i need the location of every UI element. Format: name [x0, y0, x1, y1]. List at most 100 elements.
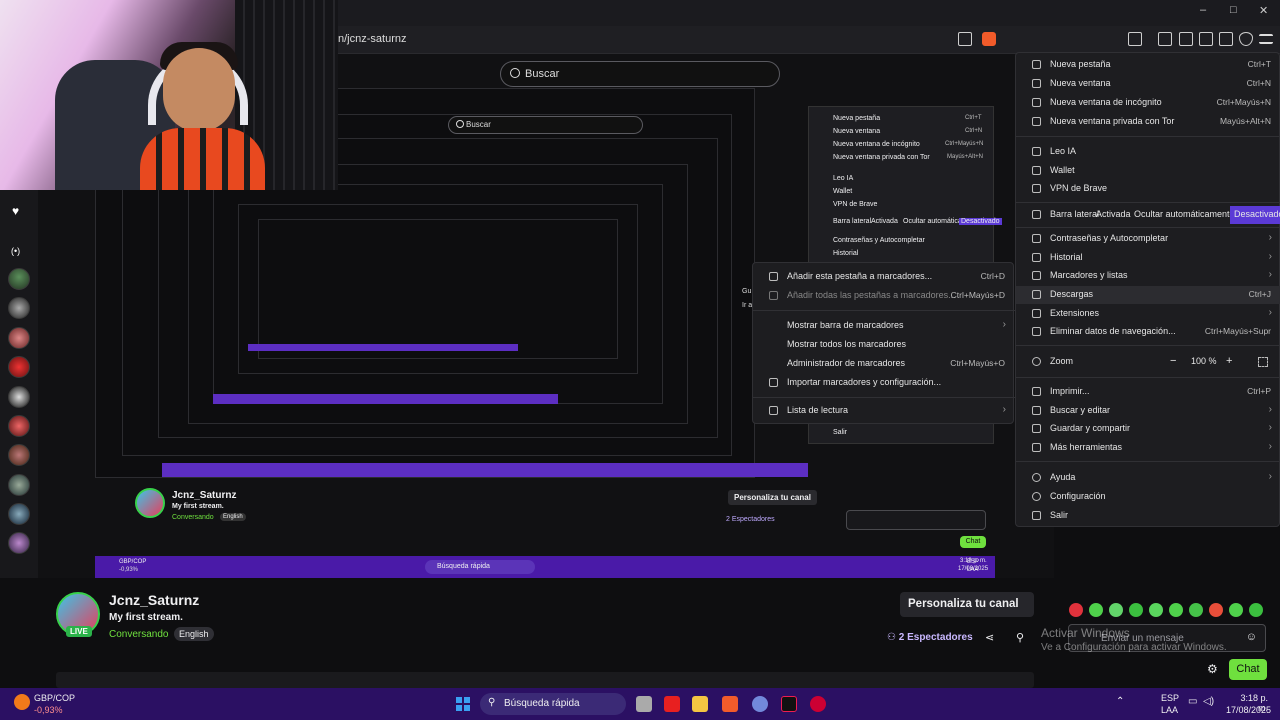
stock-name[interactable]: GBP/COP: [34, 693, 75, 703]
menu-label: Marcadores y listas: [1050, 270, 1128, 280]
emote-icon[interactable]: [1089, 603, 1103, 617]
channel-avatar[interactable]: [8, 444, 30, 466]
emote-icon[interactable]: [1149, 603, 1163, 617]
windows-start-icon[interactable]: [456, 697, 470, 711]
clock-date[interactable]: 17/08/2025: [1226, 705, 1271, 715]
emote-icon[interactable]: [1109, 603, 1123, 617]
menu-shortcut: Ctrl+N: [1246, 78, 1271, 88]
network-icon[interactable]: ▭: [1188, 696, 1197, 707]
menu-clear-data[interactable]: Eliminar datos de navegación... Ctrl+May…: [1016, 323, 1280, 341]
obs-icon[interactable]: [810, 696, 826, 712]
brave-icon[interactable]: [722, 696, 738, 712]
submenu-reading-list[interactable]: Lista de lectura ›: [753, 402, 1015, 420]
channel-avatar[interactable]: [8, 268, 30, 290]
zoom-in-button[interactable]: +: [1226, 355, 1232, 367]
maximize-button[interactable]: □: [1230, 4, 1237, 16]
personaliza-button[interactable]: Personaliza tu canal: [900, 592, 1034, 617]
vpn-icon[interactable]: [1239, 32, 1253, 46]
menu-more-tools[interactable]: Más herramientas ›: [1016, 439, 1280, 457]
menu-help[interactable]: Ayuda ›: [1016, 469, 1280, 487]
submenu-manager[interactable]: Administrador de marcadores Ctrl+Mayús+O: [753, 355, 1015, 373]
sidebar-icon[interactable]: [1179, 32, 1193, 46]
brave-shields-icon[interactable]: [982, 32, 996, 46]
sidebar-option-off[interactable]: Desactivado: [1230, 206, 1280, 224]
wallet-icon[interactable]: [1199, 32, 1213, 46]
menu-tor[interactable]: Nueva ventana privada con Tor Mayús+Alt+…: [1016, 113, 1280, 131]
channel-avatar[interactable]: [8, 532, 30, 554]
volume-icon[interactable]: ◁): [1203, 696, 1214, 707]
user-icon[interactable]: ⚲: [1016, 631, 1024, 644]
language-tag[interactable]: English: [174, 627, 214, 641]
emote-icon[interactable]: [1129, 603, 1143, 617]
chat-send-button[interactable]: Chat: [1229, 659, 1267, 680]
menu-exit[interactable]: Salir: [1016, 507, 1280, 525]
discord-icon[interactable]: [752, 696, 768, 712]
task-view-icon[interactable]: [636, 696, 652, 712]
sidebar-option-auto[interactable]: Ocultar automáticamente: [1134, 209, 1235, 219]
chevron-up-icon[interactable]: ⌃: [1116, 696, 1124, 707]
menu-history[interactable]: Historial ›: [1016, 249, 1280, 267]
submenu-add-tab[interactable]: Añadir esta pestaña a marcadores... Ctrl…: [753, 268, 1015, 286]
channel-avatar[interactable]: [8, 356, 30, 378]
fullscreen-icon[interactable]: [1258, 357, 1268, 367]
menu-extensions[interactable]: Extensiones ›: [1016, 305, 1280, 323]
menu-wallet[interactable]: Wallet: [1016, 162, 1280, 180]
zoom-out-button[interactable]: −: [1170, 355, 1176, 367]
menu-new-window[interactable]: Nueva ventana Ctrl+N: [1016, 75, 1280, 93]
emote-icon[interactable]: [1189, 603, 1203, 617]
menu-downloads[interactable]: Descargas Ctrl+J: [1016, 286, 1280, 304]
channel-avatar[interactable]: [8, 297, 30, 319]
heart-icon[interactable]: ♥: [12, 204, 19, 218]
emote-icon[interactable]: [1209, 603, 1223, 617]
menu-find-edit[interactable]: Buscar y editar ›: [1016, 402, 1280, 420]
address-bar[interactable]: n/jcnz-saturnz: [338, 33, 406, 45]
submenu-label: Administrador de marcadores: [787, 358, 906, 368]
streamer-face: [163, 48, 235, 132]
search-bar[interactable]: Buscar: [500, 61, 780, 87]
stream-title: My first stream.: [109, 612, 183, 623]
menu-new-tab[interactable]: Nueva pestaña Ctrl+T: [1016, 56, 1280, 74]
share-icon[interactable]: [958, 32, 972, 46]
menu-incognito[interactable]: Nueva ventana de incógnito Ctrl+Mayús+N: [1016, 94, 1280, 112]
menu-vpn[interactable]: VPN de Brave: [1016, 180, 1280, 198]
menu-bookmarks[interactable]: Marcadores y listas ›: [1016, 267, 1280, 285]
emote-icon[interactable]: [1229, 603, 1243, 617]
youtube-icon[interactable]: [664, 696, 680, 712]
menu-passwords[interactable]: Contraseñas y Autocompletar ›: [1016, 230, 1280, 248]
tiktok-icon[interactable]: [781, 696, 797, 712]
submenu-import[interactable]: Importar marcadores y configuración...: [753, 374, 1015, 392]
submenu-show-bar[interactable]: Mostrar barra de marcadores ›: [753, 317, 1015, 335]
leo-icon[interactable]: [1219, 32, 1233, 46]
music-icon[interactable]: [1158, 32, 1172, 46]
menu-leo[interactable]: Leo IA: [1016, 143, 1280, 161]
emote-icon[interactable]: [1069, 603, 1083, 617]
submenu-show-all[interactable]: Mostrar todos los marcadores: [753, 336, 1015, 354]
gear-icon[interactable]: ⚙: [1207, 662, 1218, 676]
channel-avatar[interactable]: [8, 327, 30, 349]
taskbar-search[interactable]: ⚲ Búsqueda rápida: [480, 693, 626, 715]
channel-avatar[interactable]: [8, 503, 30, 525]
close-button[interactable]: ✕: [1259, 4, 1268, 17]
submenu-shortcut: Ctrl+Mayús+D: [950, 290, 1005, 300]
folder-icon[interactable]: [692, 696, 708, 712]
emote-icon[interactable]: [1249, 603, 1263, 617]
menu-print[interactable]: Imprimir... Ctrl+P: [1016, 383, 1280, 401]
trash-icon: [1032, 327, 1041, 336]
sidebar-option-on[interactable]: Activada: [1096, 209, 1131, 219]
nested-menu-item: Wallet: [833, 188, 853, 195]
menu-save-share[interactable]: Guardar y compartir ›: [1016, 420, 1280, 438]
minimize-button[interactable]: –: [1200, 4, 1206, 16]
emote-icon[interactable]: [1169, 603, 1183, 617]
hamburger-menu-icon[interactable]: [1259, 34, 1273, 44]
stream-category[interactable]: Conversando: [109, 629, 168, 640]
language-indicator[interactable]: ESP: [1161, 693, 1179, 703]
share-icon[interactable]: ⋖: [985, 631, 994, 644]
channel-avatar[interactable]: [8, 415, 30, 437]
menu-settings[interactable]: Configuración: [1016, 488, 1280, 506]
submenu-add-all[interactable]: Añadir todas las pestañas a marcadores..…: [753, 287, 1015, 305]
emoji-icon[interactable]: ☺: [1246, 631, 1257, 643]
channel-avatar[interactable]: [8, 386, 30, 408]
streamer-name[interactable]: Jcnz_Saturnz: [109, 592, 199, 608]
channel-avatar[interactable]: [8, 474, 30, 496]
screenshot-icon[interactable]: [1128, 32, 1142, 46]
